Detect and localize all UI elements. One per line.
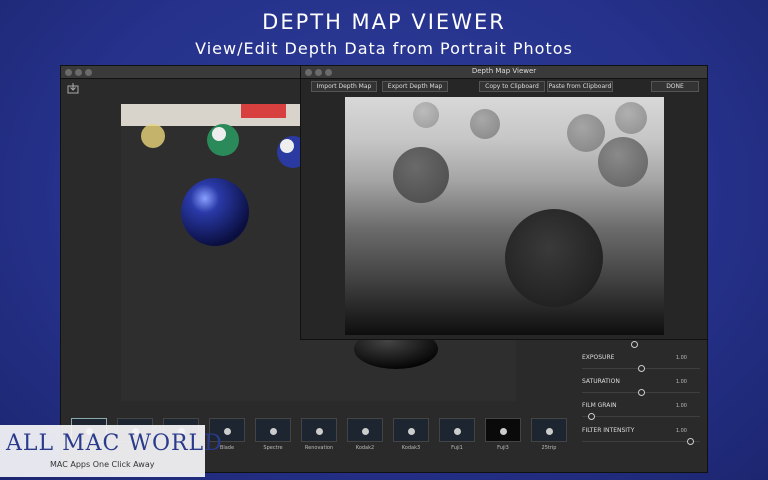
watermark-badge: ALL MAC WORLD MAC Apps One Click Away — [0, 425, 222, 477]
hero-title: DEPTH MAP VIEWER — [262, 10, 506, 34]
saturation-value: 1.00 — [675, 379, 687, 385]
filter-item-kodak2[interactable]: Kodak2 — [347, 418, 383, 454]
depth-map-canvas — [345, 97, 664, 335]
minimize-window-button[interactable] — [75, 69, 82, 76]
filter-item-fuji1[interactable]: Fuji1 — [439, 418, 475, 454]
watermark-logo-text: ALL MAC WORLD — [6, 431, 223, 456]
film-grain-label: FILM GRAIN — [582, 402, 617, 409]
filter-intensity-label: FILTER INTENSITY — [582, 427, 635, 434]
exposure-slider-knob[interactable] — [637, 365, 645, 372]
film-grain-value: 1.00 — [675, 403, 687, 409]
hero-subtitle: View/Edit Depth Data from Portrait Photo… — [195, 39, 573, 58]
exposure-value: 1.00 — [675, 355, 687, 361]
depth-map-window: Depth Map Viewer Import Depth Map Export… — [300, 65, 708, 340]
filter-item-25trip[interactable]: 25trip — [531, 418, 567, 454]
saturation-label: SATURATION — [582, 378, 620, 385]
watermark-tagline: MAC Apps One Click Away — [50, 460, 155, 469]
filter-intensity-slider-track[interactable] — [582, 441, 700, 442]
close-window-button[interactable] — [65, 69, 72, 76]
copy-to-clipboard-button[interactable]: Copy to Clipboard — [479, 81, 545, 92]
filter-intensity-value: 1.00 — [675, 428, 687, 434]
filter-item-fuji3[interactable]: Fuji3 — [485, 418, 521, 454]
depth-window-title: Depth Map Viewer — [471, 67, 537, 75]
saturation-slider-knob[interactable] — [637, 389, 645, 396]
import-icon[interactable] — [67, 82, 79, 94]
filter-intensity-slider-knob[interactable] — [687, 438, 695, 445]
filter-item-renovation[interactable]: Renovation — [301, 418, 337, 454]
filter-item-spectre[interactable]: Spectre — [255, 418, 291, 454]
zoom-window-button[interactable] — [85, 69, 92, 76]
done-button[interactable]: DONE — [651, 81, 699, 92]
paste-from-clipboard-button[interactable]: Paste from Clipboard — [547, 81, 613, 92]
film-grain-slider-track[interactable] — [582, 416, 700, 417]
export-depth-map-button[interactable]: Export Depth Map — [382, 81, 448, 92]
filter-item-kodak3[interactable]: Kodak3 — [393, 418, 429, 454]
import-depth-map-button[interactable]: Import Depth Map — [311, 81, 377, 92]
exposure-label: EXPOSURE — [582, 354, 615, 361]
adjustments-panel: EXPOSURE 1.00 SATURATION 1.00 FILM GRAIN… — [577, 334, 707, 464]
slider-knob[interactable] — [631, 341, 638, 348]
film-grain-slider-knob[interactable] — [587, 413, 595, 420]
depth-titlebar: Depth Map Viewer — [301, 66, 707, 79]
